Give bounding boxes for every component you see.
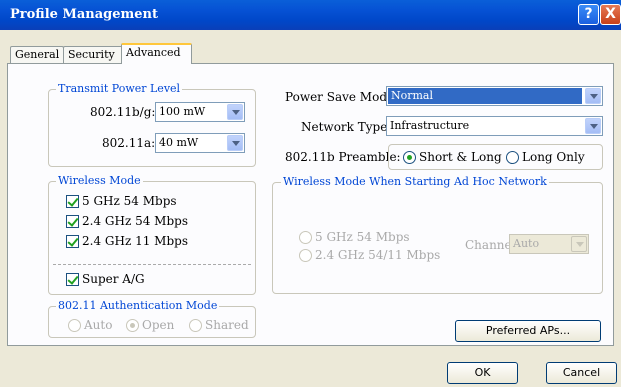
mode-24-11-label: 2.4 GHz 11 Mbps (82, 234, 188, 248)
adhoc-24-radio[interactable] (299, 249, 312, 262)
tab-advanced-label: Advanced (126, 46, 181, 59)
chevron-down-icon[interactable] (227, 104, 243, 120)
auth-open-radio[interactable] (126, 319, 139, 332)
tab-security[interactable]: Security (63, 46, 123, 63)
tab-general[interactable]: General (10, 46, 64, 63)
ok-button[interactable]: OK (447, 362, 518, 384)
preamble-short-long-radio[interactable] (403, 151, 416, 164)
mode-5ghz-checkbox[interactable] (66, 195, 79, 208)
adhoc-5ghz-radio[interactable] (299, 231, 312, 244)
chevron-down-icon[interactable] (585, 118, 601, 134)
chevron-down-icon[interactable] (585, 88, 601, 104)
mode-24-54-checkbox[interactable] (66, 215, 79, 228)
mode-divider (53, 264, 251, 265)
adhoc-5ghz-label: 5 GHz 54 Mbps (315, 230, 410, 244)
tab-general-label: General (15, 48, 60, 61)
power-save-value: Normal (388, 88, 582, 104)
preamble-long-only-label: Long Only (522, 150, 585, 164)
title-bar: Profile Management ? X (0, 0, 621, 30)
tx-bg-label: 802.11b/g: (90, 105, 156, 119)
cancel-button[interactable]: Cancel (546, 362, 617, 384)
channel-value: Auto (513, 237, 540, 250)
preferred-aps-button[interactable]: Preferred APs... (455, 320, 601, 342)
super-ag-label: Super A/G (82, 272, 145, 286)
window-title: Profile Management (10, 7, 159, 22)
wireless-mode-group: Wireless Mode 5 GHz 54 Mbps 2.4 GHz 54 M… (48, 174, 256, 295)
wireless-mode-legend: Wireless Mode (56, 174, 143, 187)
adhoc-legend: Wireless Mode When Starting Ad Hoc Netwo… (281, 175, 549, 188)
auth-mode-legend: 802.11 Authentication Mode (56, 299, 220, 312)
network-type-label: Network Type: (301, 120, 392, 134)
close-button[interactable]: X (600, 4, 621, 25)
preamble-long-only-radio[interactable] (506, 151, 519, 164)
tx-bg-select[interactable]: 100 mW (155, 102, 245, 122)
auth-auto-radio[interactable] (68, 319, 81, 332)
auth-mode-group: 802.11 Authentication Mode Auto Open Sha… (48, 299, 256, 338)
advanced-panel: Transmit Power Level 802.11b/g: 100 mW 8… (7, 63, 614, 346)
auth-auto-label: Auto (84, 318, 113, 332)
close-icon: X (605, 6, 616, 22)
tx-a-label: 802.11a: (102, 136, 156, 150)
transmit-power-legend: Transmit Power Level (56, 82, 183, 95)
mode-5ghz-label: 5 GHz 54 Mbps (82, 194, 177, 208)
network-type-select[interactable]: Infrastructure (386, 116, 603, 136)
power-save-select[interactable]: Normal (386, 86, 603, 106)
mode-24-11-checkbox[interactable] (66, 235, 79, 248)
preamble-group: Short & Long Long Only (388, 144, 603, 170)
preamble-label: 802.11b Preamble: (285, 150, 401, 164)
channel-select[interactable]: Auto (509, 234, 589, 254)
mode-24-54-label: 2.4 GHz 54 Mbps (82, 214, 188, 228)
tab-advanced[interactable]: Advanced (121, 43, 192, 64)
tx-bg-value: 100 mW (159, 105, 206, 118)
auth-open-label: Open (142, 318, 175, 332)
auth-shared-radio[interactable] (189, 319, 202, 332)
adhoc-group: Wireless Mode When Starting Ad Hoc Netwo… (272, 175, 603, 294)
preamble-short-long-label: Short & Long (419, 150, 502, 164)
network-type-value: Infrastructure (390, 119, 470, 132)
tx-a-select[interactable]: 40 mW (155, 133, 245, 153)
chevron-down-icon[interactable] (227, 135, 243, 151)
help-icon: ? (584, 6, 593, 22)
power-save-label: Power Save Mode: (285, 90, 399, 104)
help-button[interactable]: ? (578, 4, 599, 25)
adhoc-24-label: 2.4 GHz 54/11 Mbps (315, 248, 441, 262)
tab-security-label: Security (68, 48, 115, 61)
super-ag-checkbox[interactable] (66, 273, 79, 286)
tx-a-value: 40 mW (159, 136, 199, 149)
auth-shared-label: Shared (205, 318, 249, 332)
transmit-power-group: Transmit Power Level 802.11b/g: 100 mW 8… (48, 82, 256, 167)
chevron-down-icon[interactable] (571, 236, 587, 252)
